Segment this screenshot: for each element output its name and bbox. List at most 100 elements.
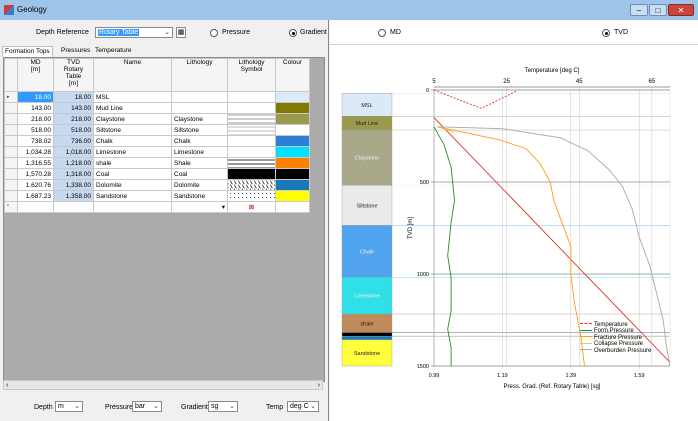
colour-cell[interactable] <box>275 113 310 125</box>
tvd-cell[interactable]: 736.00 <box>53 135 94 147</box>
table-row[interactable]: 218.00 218.00 Claystone Claystone <box>4 113 310 125</box>
tvd-cell[interactable]: 18.00 <box>53 91 94 103</box>
lithology-cell[interactable]: Coal <box>171 168 228 180</box>
name-cell[interactable]: Claystone <box>93 113 172 125</box>
empty-cell[interactable] <box>17 201 54 213</box>
lithology-cell[interactable]: Shale <box>171 157 228 169</box>
lithology-cell[interactable] <box>171 91 228 103</box>
col-header-lithology[interactable]: Lithology <box>171 58 228 92</box>
lithology-symbol-cell[interactable] <box>227 113 276 125</box>
md-cell[interactable]: 1,620.76 <box>17 179 54 191</box>
lithology-symbol-cell[interactable] <box>227 168 276 180</box>
colour-cell[interactable] <box>275 102 310 114</box>
lithology-symbol-cell[interactable] <box>227 124 276 136</box>
colour-cell[interactable] <box>275 135 310 147</box>
tvd-cell[interactable]: 518.00 <box>53 124 94 136</box>
scroll-left-icon[interactable]: ‹ <box>6 381 8 390</box>
md-cell[interactable]: 218.00 <box>17 113 54 125</box>
tvd-cell[interactable]: 1,218.00 <box>53 157 94 169</box>
lithology-cell[interactable]: Chalk <box>171 135 228 147</box>
scroll-right-icon[interactable]: › <box>318 381 320 390</box>
table-row[interactable]: 143.00 143.00 Mud Line <box>4 102 310 114</box>
pressure-radio[interactable] <box>210 29 218 37</box>
name-cell[interactable]: shale <box>93 157 172 169</box>
name-cell[interactable]: Chalk <box>93 135 172 147</box>
table-row[interactable]: 738.02 736.00 Chalk Chalk <box>4 135 310 147</box>
name-cell[interactable]: MSL <box>93 91 172 103</box>
tvd-cell[interactable]: 1,338.00 <box>53 179 94 191</box>
tvd-cell[interactable]: 1,318.00 <box>53 168 94 180</box>
tab-temperature[interactable]: Temperature <box>93 46 134 56</box>
tab-formation-tops[interactable]: Formation Tops <box>2 46 53 57</box>
empty-cell[interactable] <box>93 201 172 213</box>
close-button[interactable]: ✕ <box>668 4 694 16</box>
table-row[interactable]: ▸ 18.00 18.00 MSL <box>4 91 310 103</box>
name-cell[interactable]: Coal <box>93 168 172 180</box>
tvd-cell[interactable]: 1,018.00 <box>53 146 94 158</box>
lithology-symbol-cell[interactable] <box>227 91 276 103</box>
pressure-unit-select[interactable]: bar ⌄ <box>132 401 162 412</box>
colour-cell[interactable] <box>275 124 310 136</box>
lithology-cell[interactable]: Limestone <box>171 146 228 158</box>
horizontal-scrollbar[interactable]: ‹ › <box>3 380 323 390</box>
lithology-cell[interactable] <box>171 102 228 114</box>
table-row[interactable]: 1,620.76 1,338.00 Dolomite Dolomite <box>4 179 310 191</box>
name-cell[interactable]: Limestone <box>93 146 172 158</box>
new-row[interactable]: * ▾ ⊠ <box>4 201 310 213</box>
tvd-cell[interactable]: 218.00 <box>53 113 94 125</box>
col-header-tvd[interactable]: TVD Rotary Table [m] <box>53 58 94 92</box>
name-cell[interactable]: Dolomite <box>93 179 172 191</box>
md-cell[interactable]: 1,687.23 <box>17 190 54 202</box>
depth-reference-select[interactable]: Rotary Table ⌄ <box>95 27 173 38</box>
lithology-cell[interactable]: Claystone <box>171 113 228 125</box>
tvd-cell[interactable]: 143.00 <box>53 102 94 114</box>
gradient-unit-select[interactable]: sg ⌄ <box>208 401 238 412</box>
table-row[interactable]: 518.00 518.00 Siltstone Siltstone <box>4 124 310 136</box>
col-header-md[interactable]: MD [m] <box>17 58 54 92</box>
col-header-lithology-symbol[interactable]: Lithology Symbol <box>227 58 276 92</box>
colour-cell[interactable] <box>275 91 310 103</box>
lithology-symbol-cell[interactable]: ⊠ <box>227 201 276 213</box>
name-cell[interactable]: Mud Line <box>93 102 172 114</box>
gradient-radio[interactable] <box>289 29 297 37</box>
md-cell[interactable]: 1,570.28 <box>17 168 54 180</box>
md-cell[interactable]: 518.00 <box>17 124 54 136</box>
table-row[interactable]: 1,316.55 1,218.00 shale Shale <box>4 157 310 169</box>
lithology-symbol-cell[interactable] <box>227 179 276 191</box>
lithology-cell[interactable]: Sandstone <box>171 190 228 202</box>
md-cell[interactable]: 1,034.28 <box>17 146 54 158</box>
maximize-button[interactable]: □ <box>649 4 667 16</box>
lithology-symbol-cell[interactable] <box>227 190 276 202</box>
depth-unit-select[interactable]: m ⌄ <box>55 401 83 412</box>
empty-cell[interactable] <box>53 201 94 213</box>
col-header-name[interactable]: Name <box>93 58 172 92</box>
tab-pressures[interactable]: Pressures <box>59 46 92 56</box>
colour-cell[interactable] <box>275 157 310 169</box>
md-cell[interactable]: 18.00 <box>17 91 54 103</box>
lithology-symbol-cell[interactable] <box>227 135 276 147</box>
table-row[interactable]: 1,570.28 1,318.00 Coal Coal <box>4 168 310 180</box>
table-row[interactable]: 1,687.23 1,358.00 Sandstone Sandstone <box>4 190 310 202</box>
md-cell[interactable]: 1,316.55 <box>17 157 54 169</box>
empty-cell[interactable] <box>275 201 310 213</box>
name-cell[interactable]: Siltstone <box>93 124 172 136</box>
colour-cell[interactable] <box>275 146 310 158</box>
colour-cell[interactable] <box>275 190 310 202</box>
lithology-symbol-cell[interactable] <box>227 157 276 169</box>
name-cell[interactable]: Sandstone <box>93 190 172 202</box>
md-cell[interactable]: 143.00 <box>17 102 54 114</box>
colour-cell[interactable] <box>275 179 310 191</box>
table-icon-button[interactable]: ▦ <box>176 27 186 38</box>
lithology-cell[interactable]: Siltstone <box>171 124 228 136</box>
md-cell[interactable]: 738.02 <box>17 135 54 147</box>
lithology-symbol-cell[interactable] <box>227 146 276 158</box>
minimize-button[interactable]: – <box>630 4 648 16</box>
lithology-cell[interactable]: Dolomite <box>171 179 228 191</box>
col-header-colour[interactable]: Colour <box>275 58 310 92</box>
table-row[interactable]: 1,034.28 1,018.00 Limestone Limestone <box>4 146 310 158</box>
colour-cell[interactable] <box>275 168 310 180</box>
lithology-symbol-cell[interactable] <box>227 102 276 114</box>
tvd-cell[interactable]: 1,358.00 <box>53 190 94 202</box>
temp-unit-select[interactable]: deg C ⌄ <box>287 401 319 412</box>
lithology-cell[interactable]: ▾ <box>171 201 228 213</box>
